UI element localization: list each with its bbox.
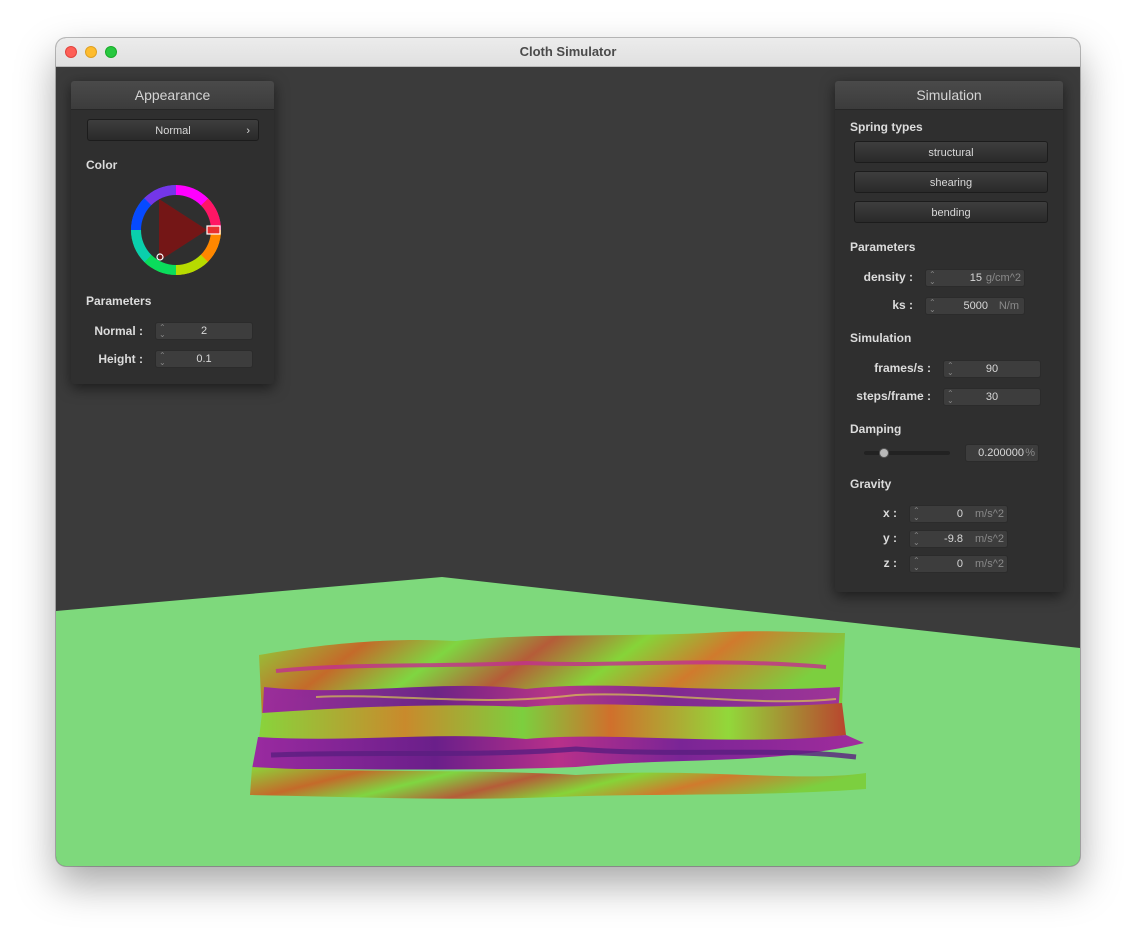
gravity-y-input[interactable]: ⌃ ⌄ -9.8 m/s^2 — [909, 530, 1008, 548]
simulation-panel: Simulation Spring types structural shear… — [835, 81, 1063, 592]
simulation-section-label: Simulation — [850, 331, 912, 345]
gravity-z-label: z : — [883, 556, 897, 570]
hue-picker-handle[interactable] — [206, 225, 221, 235]
appearance-parameters-label: Parameters — [86, 294, 152, 308]
fps-input[interactable]: ⌃ ⌄ 90 — [943, 360, 1041, 378]
bending-toggle[interactable]: bending — [854, 201, 1048, 223]
damping-slider[interactable] — [864, 451, 950, 455]
shader-select-label: Normal — [155, 125, 191, 137]
spring-types-label: Spring types — [850, 120, 923, 134]
gravity-y-label: y : — [882, 531, 897, 545]
color-wheel[interactable] — [129, 183, 223, 277]
height-input[interactable]: ⌃ ⌄ 0.1 — [155, 350, 253, 368]
shearing-toggle[interactable]: shearing — [854, 171, 1048, 193]
simulation-panel-header[interactable]: Simulation — [835, 81, 1063, 110]
appearance-panel-header[interactable]: Appearance — [71, 81, 274, 110]
chevron-right-icon: › — [246, 125, 250, 137]
damping-input[interactable]: 0.200000 % — [965, 444, 1039, 462]
steps-label: steps/frame : — [856, 389, 931, 403]
damping-label: Damping — [850, 422, 902, 436]
gravity-x-label: x : — [882, 506, 897, 520]
spinner-icon[interactable]: ⌃ ⌄ — [929, 299, 936, 314]
sim-parameters-label: Parameters — [850, 240, 916, 254]
normal-label: Normal : — [94, 324, 143, 338]
spinner-icon[interactable]: ⌃ ⌄ — [929, 271, 936, 286]
height-label: Height : — [98, 352, 143, 366]
gravity-z-input[interactable]: ⌃ ⌄ 0 m/s^2 — [909, 555, 1008, 573]
spinner-icon[interactable]: ⌃ ⌄ — [913, 532, 920, 547]
density-input[interactable]: ⌃ ⌄ 15 g/cm^2 — [925, 269, 1025, 287]
window-title: Cloth Simulator — [519, 44, 617, 59]
shader-select-button[interactable]: Normal › — [87, 119, 259, 141]
spinner-icon[interactable]: ⌃ ⌄ — [913, 557, 920, 572]
density-label: density : — [863, 270, 913, 284]
gravity-x-input[interactable]: ⌃ ⌄ 0 m/s^2 — [909, 505, 1008, 523]
ks-input[interactable]: ⌃ ⌄ 5000 N/m — [925, 297, 1025, 315]
normal-input[interactable]: ⌃ ⌄ 2 — [155, 322, 253, 340]
title-bar: Cloth Simulator — [56, 38, 1080, 67]
damping-slider-handle[interactable] — [879, 448, 890, 458]
steps-input[interactable]: ⌃ ⌄ 30 — [943, 388, 1041, 406]
3d-viewport[interactable]: Appearance Normal › Color Parameters Nor… — [56, 67, 1080, 866]
color-label: Color — [86, 158, 118, 172]
gravity-label: Gravity — [850, 477, 892, 491]
fps-label: frames/s : — [874, 361, 931, 375]
structural-toggle[interactable]: structural — [854, 141, 1048, 163]
ks-label: ks : — [892, 298, 913, 312]
spinner-icon[interactable]: ⌃ ⌄ — [913, 507, 920, 522]
app-window: Cloth Simulator Appearance Normal › Colo… — [56, 38, 1080, 866]
appearance-panel: Appearance Normal › Color Parameters Nor… — [71, 81, 274, 384]
